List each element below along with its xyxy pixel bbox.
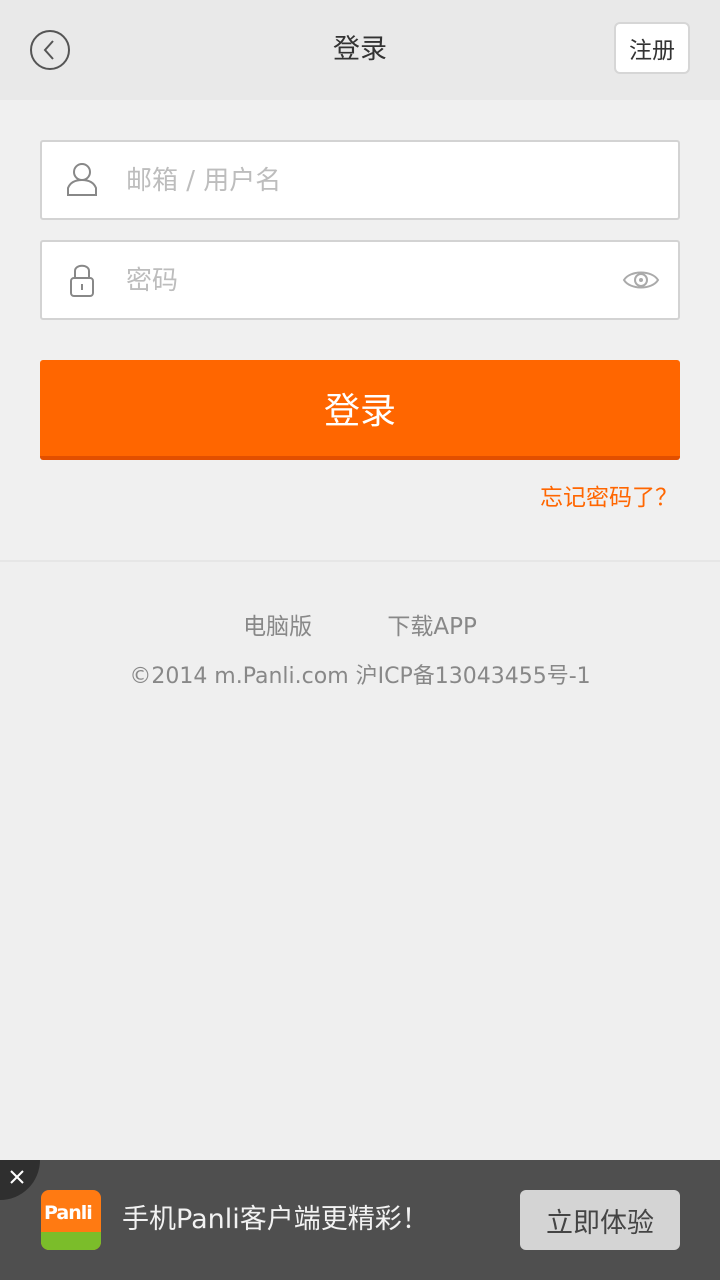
- banner-close-button[interactable]: [0, 1160, 40, 1200]
- lock-icon: [70, 264, 94, 297]
- download-app-link[interactable]: 下载APP: [387, 610, 476, 644]
- desktop-version-link[interactable]: 电脑版: [243, 610, 312, 644]
- login-button[interactable]: 登录: [40, 360, 680, 460]
- username-placeholder: 邮箱 / 用户名: [126, 166, 282, 196]
- try-now-button[interactable]: 立即体验: [520, 1190, 680, 1250]
- password-field[interactable]: 密码: [40, 240, 680, 320]
- register-button[interactable]: 注册: [614, 22, 690, 74]
- close-icon: [10, 1170, 24, 1184]
- app-download-banner: Panli 手机Panli客户端更精彩！ 立即体验: [0, 1160, 720, 1280]
- page-title: 登录: [333, 34, 387, 65]
- banner-message: 手机Panli客户端更精彩！: [122, 1204, 429, 1235]
- login-form: 邮箱 / 用户名 密码 登录 忘记密码了？: [0, 100, 720, 562]
- eye-icon[interactable]: [622, 266, 660, 294]
- panli-logo-text: Panli: [44, 1202, 93, 1224]
- forgot-password-link[interactable]: 忘记密码了？: [540, 481, 678, 515]
- panli-logo: Panli: [41, 1190, 101, 1250]
- footer-links: 电脑版 下载APP: [0, 610, 720, 644]
- header: 登录 注册: [0, 0, 720, 100]
- user-icon: [67, 163, 97, 196]
- username-field[interactable]: 邮箱 / 用户名: [40, 140, 680, 220]
- password-placeholder: 密码: [126, 266, 179, 296]
- copyright-text: ©2014 m.Panli.com 沪ICP备13043455号-1: [129, 664, 591, 689]
